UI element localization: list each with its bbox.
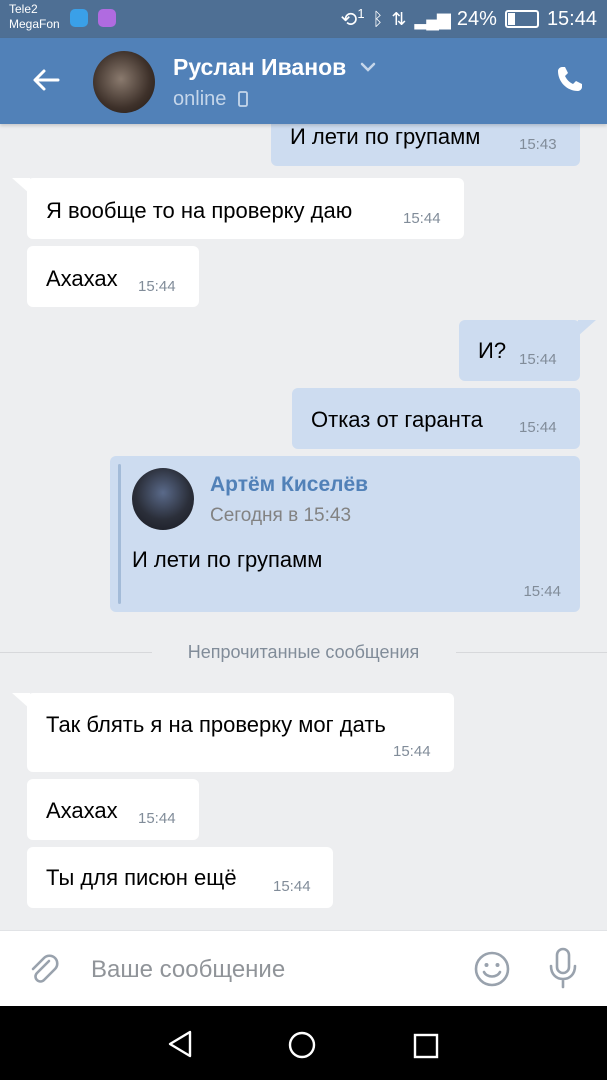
message-text: Я вообще то на проверку даю <box>46 198 353 223</box>
headset-notification-icon <box>70 9 88 27</box>
gallery-notification-icon <box>98 9 116 27</box>
message-time: 15:44 <box>273 878 311 895</box>
forward-author-name[interactable]: Артём Киселёв <box>210 473 368 497</box>
forward-author-avatar[interactable] <box>132 468 194 530</box>
message-text: Ахахах <box>46 266 118 291</box>
status-indicators: ⟲ 1 ᛒ ⇅ ▂▄▆ 24% 15:44 <box>341 0 597 38</box>
signal-icon: ▂▄▆ <box>414 8 450 29</box>
message-text: И лети по групамм <box>290 124 481 149</box>
microphone-icon[interactable] <box>546 947 580 989</box>
message-text: Отказ от гаранта <box>311 407 483 432</box>
forward-text: И лети по групамм <box>132 547 323 572</box>
forwarded-message[interactable]: Артём Киселёв Сегодня в 15:43 И лети по … <box>110 456 580 612</box>
message-incoming[interactable]: Ахахах 15:44 <box>27 779 199 840</box>
bubble-tail <box>578 320 596 336</box>
message-outgoing[interactable]: Отказ от гаранта 15:44 <box>292 388 580 449</box>
message-outgoing[interactable]: И лети по групамм 15:43 <box>271 124 580 166</box>
message-text: И? <box>478 338 507 363</box>
mobile-device-icon <box>238 91 248 107</box>
unread-divider-label: Непрочитанные сообщения <box>187 642 420 662</box>
message-time: 15:44 <box>403 210 441 227</box>
carrier-2: MegaFon <box>9 17 60 31</box>
hotspot-icon: ⟲ <box>340 8 358 31</box>
carrier-1: Tele2 <box>9 2 38 16</box>
sim-number: 1 <box>357 5 365 21</box>
chevron-down-icon[interactable] <box>360 60 376 74</box>
message-time: 15:43 <box>519 136 557 153</box>
message-incoming[interactable]: Ты для писюн ещё 15:44 <box>27 847 333 908</box>
message-time: 15:44 <box>393 743 431 760</box>
status-bar: Tele2 MegaFon ⟲ 1 ᛒ ⇅ ▂▄▆ 24% 15:44 <box>0 0 607 38</box>
message-time: 15:44 <box>519 351 557 368</box>
message-text: Ты для писюн ещё <box>46 865 237 890</box>
message-time: 15:44 <box>138 278 176 295</box>
message-time: 15:44 <box>523 583 561 600</box>
message-text: Ахахах <box>46 798 118 823</box>
mobile-data-icon: ⇅ <box>391 8 407 29</box>
nav-recents-icon[interactable] <box>413 1033 439 1059</box>
battery-percent: 24% <box>456 7 497 30</box>
paperclip-icon[interactable] <box>25 951 61 987</box>
nav-home-icon[interactable] <box>287 1030 317 1060</box>
contact-status: online <box>173 88 248 111</box>
phone-icon[interactable] <box>555 64 585 94</box>
message-composer <box>0 930 607 1007</box>
battery-icon <box>504 10 539 28</box>
bluetooth-icon: ᛒ <box>372 8 384 29</box>
back-arrow-icon[interactable] <box>28 62 64 98</box>
message-input[interactable] <box>89 949 453 991</box>
clock: 15:44 <box>546 7 597 30</box>
system-navigation-bar <box>0 1006 607 1080</box>
bubble-tail <box>12 178 30 194</box>
forward-date: Сегодня в 15:43 <box>210 505 352 526</box>
message-time: 15:44 <box>519 419 557 436</box>
message-incoming[interactable]: Так блять я на проверку мог дать 15:44 <box>27 693 454 772</box>
contact-name[interactable]: Руслан Иванов <box>173 54 346 81</box>
online-status: online <box>173 88 227 110</box>
message-text: Так блять я на проверку мог дать <box>46 712 386 737</box>
message-incoming[interactable]: Ахахах 15:44 <box>27 246 199 307</box>
nav-back-icon[interactable] <box>166 1029 196 1059</box>
bubble-tail <box>12 693 30 709</box>
message-list[interactable]: И лети по групамм 15:43 Я вообще то на п… <box>0 124 607 930</box>
emoji-icon[interactable] <box>473 950 511 988</box>
contact-avatar[interactable] <box>93 51 155 113</box>
message-time: 15:44 <box>138 810 176 827</box>
message-outgoing[interactable]: И? 15:44 <box>459 320 580 381</box>
forward-indicator-bar <box>118 464 121 604</box>
chat-header: Руслан Иванов online <box>0 38 607 124</box>
message-incoming[interactable]: Я вообще то на проверку даю 15:44 <box>27 178 464 239</box>
carrier-labels: Tele2 MegaFon <box>9 2 60 32</box>
